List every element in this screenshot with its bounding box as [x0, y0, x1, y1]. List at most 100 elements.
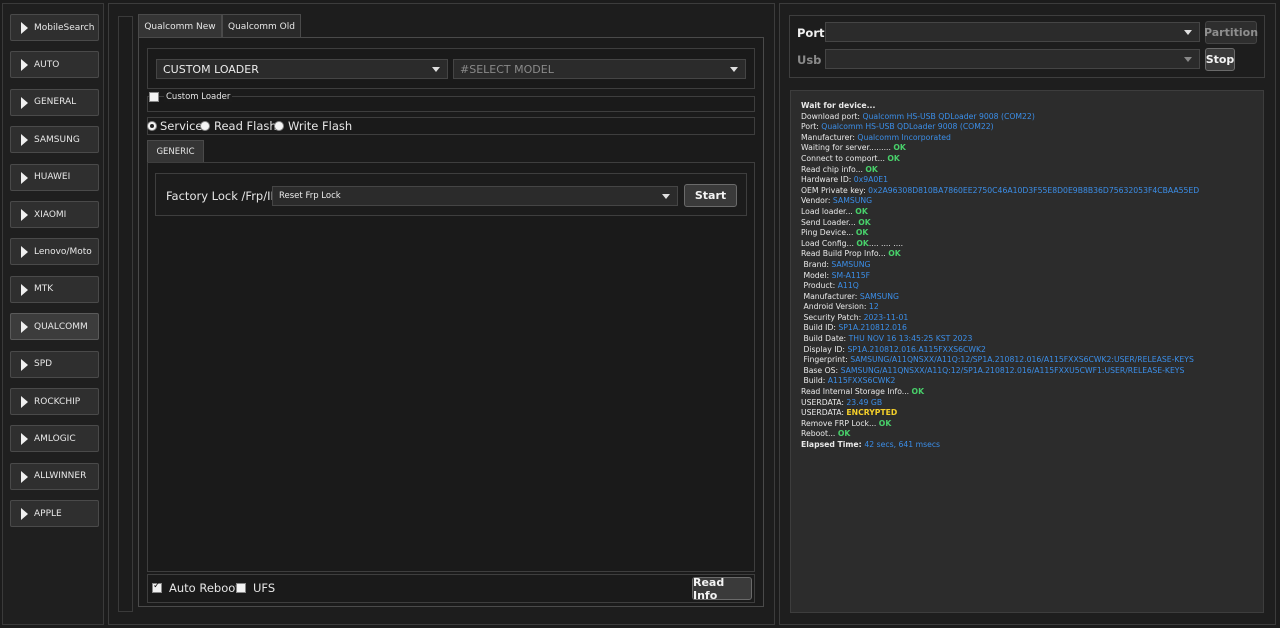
log-line: Ping Device... OK: [801, 228, 1263, 239]
log-segment: Wait for device...: [801, 101, 876, 110]
sidebar-item-allwinner[interactable]: ALLWINNER: [10, 462, 99, 490]
sidebar-item-spd[interactable]: SPD: [10, 350, 99, 378]
sidebar-item-rockchip[interactable]: ROCKCHIP: [10, 388, 99, 415]
log-segment: Ping Device...: [801, 228, 856, 238]
port-select[interactable]: [825, 22, 1200, 42]
chevron-down-icon: [1184, 57, 1192, 62]
log-line: Brand: SAMSUNG: [801, 260, 1263, 271]
ufs-checkbox[interactable]: [236, 583, 246, 593]
sidebar-item-label: HUAWEI: [34, 172, 71, 183]
log-segment: Remove FRP Lock...: [801, 418, 879, 428]
service-radio[interactable]: [147, 121, 157, 131]
log-segment: SAMSUNG/A11QNSXX/A11Q:12/SP1A.210812.016…: [850, 355, 1194, 365]
log-segment: Qualcomm HS-USB QDLoader 9008 (COM22): [821, 122, 994, 132]
log-segment: Read chip info...: [801, 164, 866, 174]
model-select[interactable]: #SELECT MODEL: [453, 59, 746, 79]
log-line: OEM Private key: 0x2A96308D810BA7860EE27…: [801, 186, 1263, 197]
usb-select[interactable]: [825, 49, 1200, 69]
log-segment: Elapsed Time:: [801, 440, 865, 449]
tab-qualcomm-old[interactable]: Qualcomm Old: [222, 14, 301, 38]
log-segment: 12: [868, 302, 879, 312]
write-flash-radio[interactable]: [274, 121, 284, 131]
play-icon: [21, 96, 28, 109]
port-label: Port: [797, 26, 825, 40]
log-line: Read chip info... OK: [801, 165, 1263, 176]
sidebar-item-label: MobileSearch: [34, 22, 95, 33]
start-button[interactable]: Start: [684, 184, 737, 207]
log-segment: SAMSUNG: [859, 291, 899, 301]
auto-reboot-label: Auto Reboot: [169, 581, 240, 595]
log-segment: OK: [855, 206, 868, 216]
partition-button[interactable]: Partition: [1204, 21, 1258, 44]
log-segment: Port:: [801, 122, 822, 132]
sidebar-item-label: Lenovo/Moto: [34, 246, 92, 257]
sidebar-item-apple[interactable]: APPLE: [10, 500, 99, 528]
log-line: Read Build Prop Info... OK: [801, 249, 1263, 260]
custom-loader-label: Custom Loader: [164, 92, 233, 102]
sidebar-item-mtk[interactable]: MTK: [10, 275, 99, 303]
operation-select[interactable]: Reset Frp Lock: [272, 186, 678, 206]
log-segment: Load loader...: [801, 206, 856, 216]
log-segment: Security Patch:: [801, 312, 864, 322]
log-output: Wait for device... Download port: Qualcom…: [790, 90, 1264, 613]
log-segment: Waiting for server.........: [801, 143, 894, 153]
log-segment: OK: [855, 228, 869, 238]
usb-label: Usb: [797, 53, 822, 67]
play-icon: [21, 321, 28, 334]
log-line: USERDATA: 23.49 GB: [801, 398, 1263, 409]
sidebar-item-amlogic[interactable]: AMLOGIC: [10, 425, 99, 453]
log-segment: Build Date:: [801, 334, 849, 344]
sidebar-item-qualcomm[interactable]: QUALCOMM: [10, 313, 99, 341]
log-segment: .... .... ....: [868, 238, 904, 248]
play-icon: [21, 209, 28, 221]
tab-qualcomm-new[interactable]: Qualcomm New: [138, 14, 222, 38]
sidebar-item-samsung[interactable]: SAMSUNG: [10, 126, 99, 154]
log-segment: 23.49 GB: [846, 397, 883, 407]
loader-select[interactable]: CUSTOM LOADER: [156, 59, 448, 79]
log-line: Manufacturer: Qualcomm Incorporated: [801, 133, 1263, 144]
sidebar-item-xiaomi[interactable]: XIAOMI: [10, 201, 99, 228]
log-segment: SP1A.210812.016.A115FXXS6CWK2: [847, 344, 986, 354]
log-segment: OK: [887, 153, 900, 163]
sidebar: MobileSearch AUTO GENERAL SAMSUNG HUAWEI XIAO…: [2, 3, 104, 625]
log-segment: OK: [911, 387, 925, 397]
log-line: Connect to comport... OK: [801, 154, 1263, 165]
chevron-down-icon: [1184, 30, 1192, 35]
chevron-down-icon: [662, 194, 670, 199]
log-segment: Qualcomm Incorporated: [857, 132, 951, 142]
log-segment: Vendor:: [801, 196, 833, 206]
sidebar-item-general[interactable]: GENERAL: [10, 88, 99, 116]
log-segment: USERDATA:: [801, 408, 847, 418]
log-segment: OK: [856, 238, 869, 248]
play-icon: [21, 134, 28, 147]
play-icon: [21, 433, 28, 446]
stop-button[interactable]: Stop: [1205, 48, 1235, 71]
log-line: Product: A11Q: [801, 281, 1263, 292]
sidebar-item-auto[interactable]: AUTO: [10, 51, 99, 79]
log-line: Elapsed Time: 42 secs, 641 msecs: [801, 440, 1263, 451]
log-line: Base OS: SAMSUNG/A11QNSXX/A11Q:12/SP1A.2…: [801, 366, 1263, 377]
log-line: Load Config... OK.... .... ....: [801, 239, 1263, 250]
sidebar-item-huawei[interactable]: HUAWEI: [10, 163, 99, 191]
sidebar-item-label: MTK: [34, 284, 54, 295]
log-segment: OK: [858, 217, 871, 227]
custom-loader-checkbox[interactable]: [149, 92, 159, 102]
log-segment: OK: [888, 249, 901, 259]
log-segment: Connect to comport...: [801, 153, 888, 163]
log-line: Security Patch: 2023-11-01: [801, 313, 1263, 324]
play-icon: [21, 22, 28, 34]
log-segment: A115FXXS6CWK2: [827, 376, 896, 386]
read-info-button[interactable]: Read Info: [692, 576, 752, 602]
log-line: Fingerprint: SAMSUNG/A11QNSXX/A11Q:12/SP…: [801, 355, 1263, 366]
read-flash-radio[interactable]: [200, 121, 210, 131]
sidebar-item-mobilesearch[interactable]: MobileSearch: [10, 14, 99, 41]
log-line: USERDATA: ENCRYPTED: [801, 408, 1263, 419]
auto-reboot-checkbox[interactable]: [152, 581, 162, 593]
sidebar-item-lenovo-moto[interactable]: Lenovo/Moto: [10, 238, 99, 266]
tab-generic[interactable]: GENERIC: [147, 140, 204, 163]
log-segment: Reboot...: [801, 429, 838, 439]
log-segment: Display ID:: [801, 344, 848, 354]
play-icon: [21, 358, 28, 371]
log-segment: Base OS:: [801, 365, 841, 375]
log-segment: Brand:: [801, 259, 832, 269]
